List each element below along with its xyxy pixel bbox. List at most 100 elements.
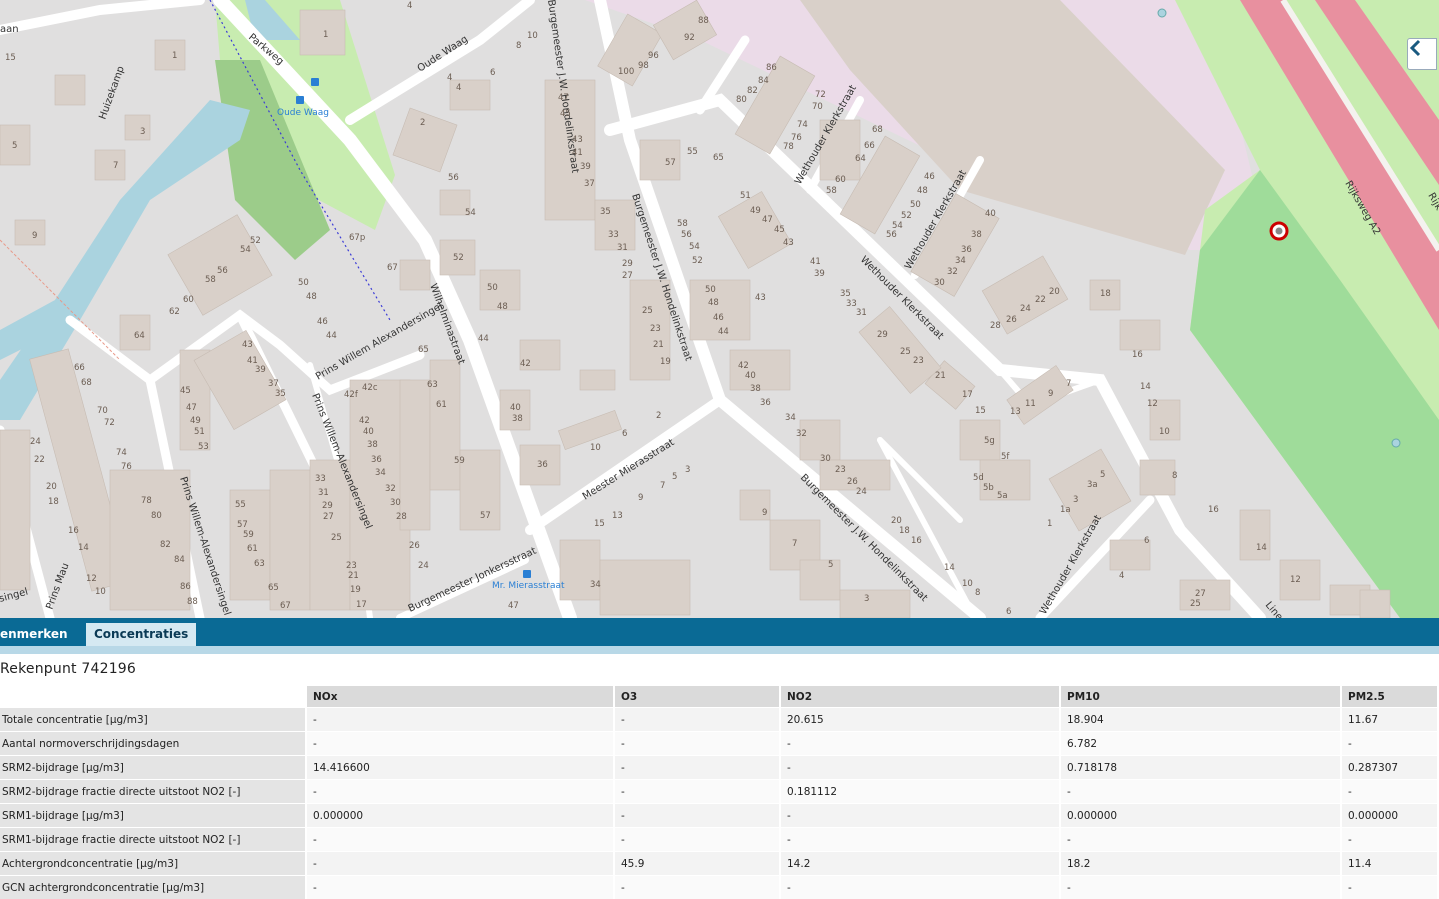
table-cell: - <box>781 755 1059 779</box>
row-label: SRM1-bijdrage fractie directe uitstoot N… <box>0 827 305 851</box>
svg-text:4: 4 <box>447 73 452 83</box>
svg-text:36: 36 <box>537 460 548 470</box>
svg-text:29: 29 <box>622 259 633 269</box>
svg-text:24: 24 <box>418 561 429 571</box>
svg-text:39: 39 <box>255 365 266 375</box>
svg-text:56: 56 <box>217 266 228 276</box>
map-canvas[interactable]: Parkweg Oude Waag Huizekamp aan Wilhelmi… <box>0 0 1439 618</box>
svg-text:16: 16 <box>1132 350 1143 360</box>
column-header: PM2.5 <box>1342 686 1437 707</box>
svg-text:5b: 5b <box>983 483 994 493</box>
svg-text:6: 6 <box>1144 536 1149 546</box>
table-header-blank <box>0 686 305 707</box>
collapse-panel-button[interactable] <box>1407 38 1437 70</box>
svg-text:5f: 5f <box>1001 452 1010 462</box>
tab-kenmerken[interactable]: enmerken <box>0 623 76 646</box>
svg-text:58: 58 <box>205 275 216 285</box>
table-cell: - <box>307 707 613 731</box>
svg-text:23: 23 <box>835 465 846 475</box>
svg-text:35: 35 <box>275 389 286 399</box>
svg-text:45: 45 <box>180 386 191 396</box>
svg-text:54: 54 <box>240 245 251 255</box>
svg-text:51: 51 <box>740 191 751 201</box>
table-cell: - <box>615 827 779 851</box>
svg-text:5d: 5d <box>973 473 984 483</box>
svg-text:60: 60 <box>835 175 846 185</box>
svg-text:86: 86 <box>766 63 777 73</box>
svg-text:29: 29 <box>877 330 888 340</box>
svg-text:27: 27 <box>622 271 633 281</box>
table-cell: 0.181112 <box>781 779 1059 803</box>
svg-text:7: 7 <box>660 481 665 491</box>
svg-text:64: 64 <box>855 154 866 164</box>
svg-text:44: 44 <box>718 327 729 337</box>
svg-text:1a: 1a <box>1060 505 1071 515</box>
svg-text:5a: 5a <box>997 491 1008 501</box>
svg-text:10: 10 <box>527 31 538 41</box>
table-cell: 0.000000 <box>1061 803 1340 827</box>
table-cell: - <box>307 851 613 875</box>
table-row: SRM2-bijdrage [µg/m3] 14.416600- -0.718178… <box>0 755 1437 779</box>
svg-text:34: 34 <box>375 468 386 478</box>
svg-text:67: 67 <box>280 601 291 611</box>
svg-text:54: 54 <box>892 221 903 231</box>
svg-text:51: 51 <box>194 427 205 437</box>
table-row: Aantal normoverschrijdingsdagen - - -6.782- <box>0 731 1437 755</box>
info-panel: enmerken Concentraties Rekenpunt 742196 … <box>0 618 1439 899</box>
svg-text:14: 14 <box>1256 543 1267 553</box>
svg-text:46: 46 <box>713 313 724 323</box>
svg-text:92: 92 <box>684 33 695 43</box>
svg-text:45: 45 <box>560 109 571 119</box>
column-header: PM10 <box>1061 686 1340 707</box>
svg-text:4: 4 <box>1119 571 1124 581</box>
svg-text:36: 36 <box>371 455 382 465</box>
svg-text:13: 13 <box>612 511 623 521</box>
table-cell: - <box>615 779 779 803</box>
table-cell: - <box>781 827 1059 851</box>
svg-text:35: 35 <box>600 207 611 217</box>
svg-text:6: 6 <box>622 429 627 439</box>
svg-text:12: 12 <box>1290 575 1301 585</box>
svg-text:41: 41 <box>810 257 821 267</box>
svg-text:63: 63 <box>254 559 265 569</box>
panel-title: Rekenpunt 742196 <box>0 661 137 677</box>
svg-text:48: 48 <box>306 292 317 302</box>
table-row: SRM2-bijdrage fractie directe uitstoot N… <box>0 779 1437 803</box>
receptor-marker[interactable] <box>1269 221 1289 241</box>
tab-concentraties[interactable]: Concentraties <box>86 623 197 646</box>
svg-text:18: 18 <box>899 526 910 536</box>
concentrations-table: NOx O3 NO2 PM10 PM2.5 Totale concentrati… <box>0 686 1439 899</box>
svg-text:78: 78 <box>141 496 152 506</box>
svg-text:23: 23 <box>650 324 661 334</box>
svg-text:76: 76 <box>121 462 132 472</box>
svg-text:20: 20 <box>891 516 902 526</box>
row-label: GCN achtergrondconcentratie [µg/m3] <box>0 875 305 899</box>
svg-text:11: 11 <box>1025 399 1036 409</box>
table-cell: - <box>1342 875 1437 899</box>
svg-text:31: 31 <box>856 308 867 318</box>
svg-text:34: 34 <box>590 580 601 590</box>
table-cell: 11.4 <box>1342 851 1437 875</box>
svg-text:64: 64 <box>134 331 145 341</box>
svg-text:67p: 67p <box>349 233 365 243</box>
svg-text:32: 32 <box>385 484 396 494</box>
svg-text:58: 58 <box>677 219 688 229</box>
svg-text:48: 48 <box>708 298 719 308</box>
svg-text:50: 50 <box>910 200 921 210</box>
map-view[interactable]: Parkweg Oude Waag Huizekamp aan Wilhelmi… <box>0 0 1439 618</box>
svg-text:48: 48 <box>917 186 928 196</box>
svg-text:36: 36 <box>760 398 771 408</box>
svg-text:8: 8 <box>1172 471 1177 481</box>
svg-text:45: 45 <box>774 225 785 235</box>
svg-text:29: 29 <box>322 501 333 511</box>
svg-text:14: 14 <box>78 543 89 553</box>
svg-text:21: 21 <box>348 571 359 581</box>
table-cell: - <box>781 803 1059 827</box>
svg-text:47: 47 <box>508 601 519 611</box>
table-cell: 0.287307 <box>1342 755 1437 779</box>
svg-text:82: 82 <box>160 540 171 550</box>
svg-text:28: 28 <box>990 321 1001 331</box>
svg-text:57: 57 <box>665 158 676 168</box>
svg-text:59: 59 <box>243 530 254 540</box>
svg-text:14: 14 <box>944 563 955 573</box>
